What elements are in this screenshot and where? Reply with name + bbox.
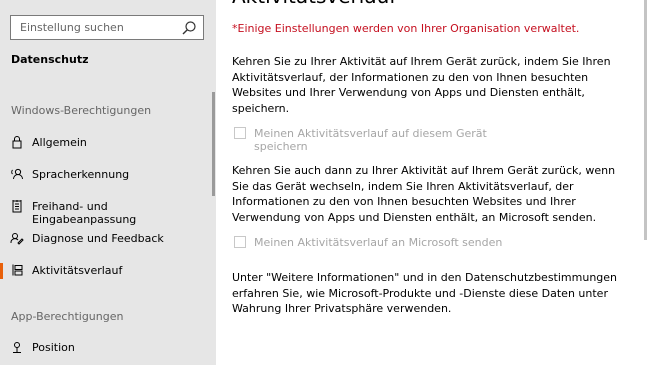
checkbox-box[interactable] [234,236,246,248]
sidebar-item-label: Freihand- und Eingabeanpassung [32,200,137,226]
sidebar-item-label: Spracherkennung [32,168,130,181]
sidebar-item-speech[interactable]: Spracherkennung [0,160,212,190]
sidebar-item-label: Aktivitätsverlauf [32,264,123,277]
section-windows-permissions: Windows-Berechtigungen [11,104,152,117]
sidebar-item-location[interactable]: Position [0,333,212,363]
sidebar-item-label: Position [32,341,75,354]
sidebar-item-general[interactable]: Allgemein [0,128,212,158]
sidebar-item-label: Allgemein [32,136,87,149]
policy-warning: *Einige Einstellungen werden von Ihrer O… [232,22,580,35]
page-title: Aktivitätsverlauf [232,0,396,8]
main-content: Aktivitätsverlauf *Einige Einstellungen … [216,0,649,365]
section-app-permissions: App-Berechtigungen [11,310,124,323]
sidebar-item-diagnostics-feedback[interactable]: Diagnose und Feedback [0,224,212,254]
location-icon [13,342,21,353]
checkbox-send-history-microsoft[interactable]: Meinen Aktivitätsverlauf an Microsoft se… [234,236,534,252]
privacy-info-text: Unter "Weitere Informationen" und in den… [232,271,618,315]
main-scrollbar[interactable] [644,0,647,240]
lock-icon [12,136,22,149]
active-indicator [0,263,3,279]
sidebar-item-inking-typing[interactable]: Freihand- und Eingabeanpassung [0,192,212,226]
sidebar-item-activity-history[interactable]: Aktivitätsverlauf [0,256,212,286]
page-label: Datenschutz [11,53,89,66]
search-icon[interactable] [181,20,197,36]
checkbox-store-history-device[interactable]: Meinen Aktivitätsverlauf auf diesem Gerä… [234,127,534,153]
checkbox-label: Meinen Aktivitätsverlauf an Microsoft se… [254,236,503,249]
search-placeholder: Einstellung suchen [20,21,124,34]
description-local-history: Kehren Sie zu Ihrer Aktivität auf Ihrem … [232,55,611,115]
description-send-history: Kehren Sie auch dann zu Ihrer Aktivität … [232,164,616,224]
checkbox-box[interactable] [234,127,246,139]
notepad-icon [12,200,22,213]
checkbox-label: Meinen Aktivitätsverlauf auf diesem Gerä… [254,127,487,153]
timeline-icon [12,264,23,276]
sidebar: Einstellung suchen Datenschutz Windows-B… [0,0,216,365]
search-input[interactable]: Einstellung suchen [10,15,204,40]
sidebar-item-label: Diagnose und Feedback [32,232,164,245]
speech-icon [11,168,23,180]
feedback-icon [10,233,24,245]
sidebar-scrollbar[interactable] [212,92,215,196]
